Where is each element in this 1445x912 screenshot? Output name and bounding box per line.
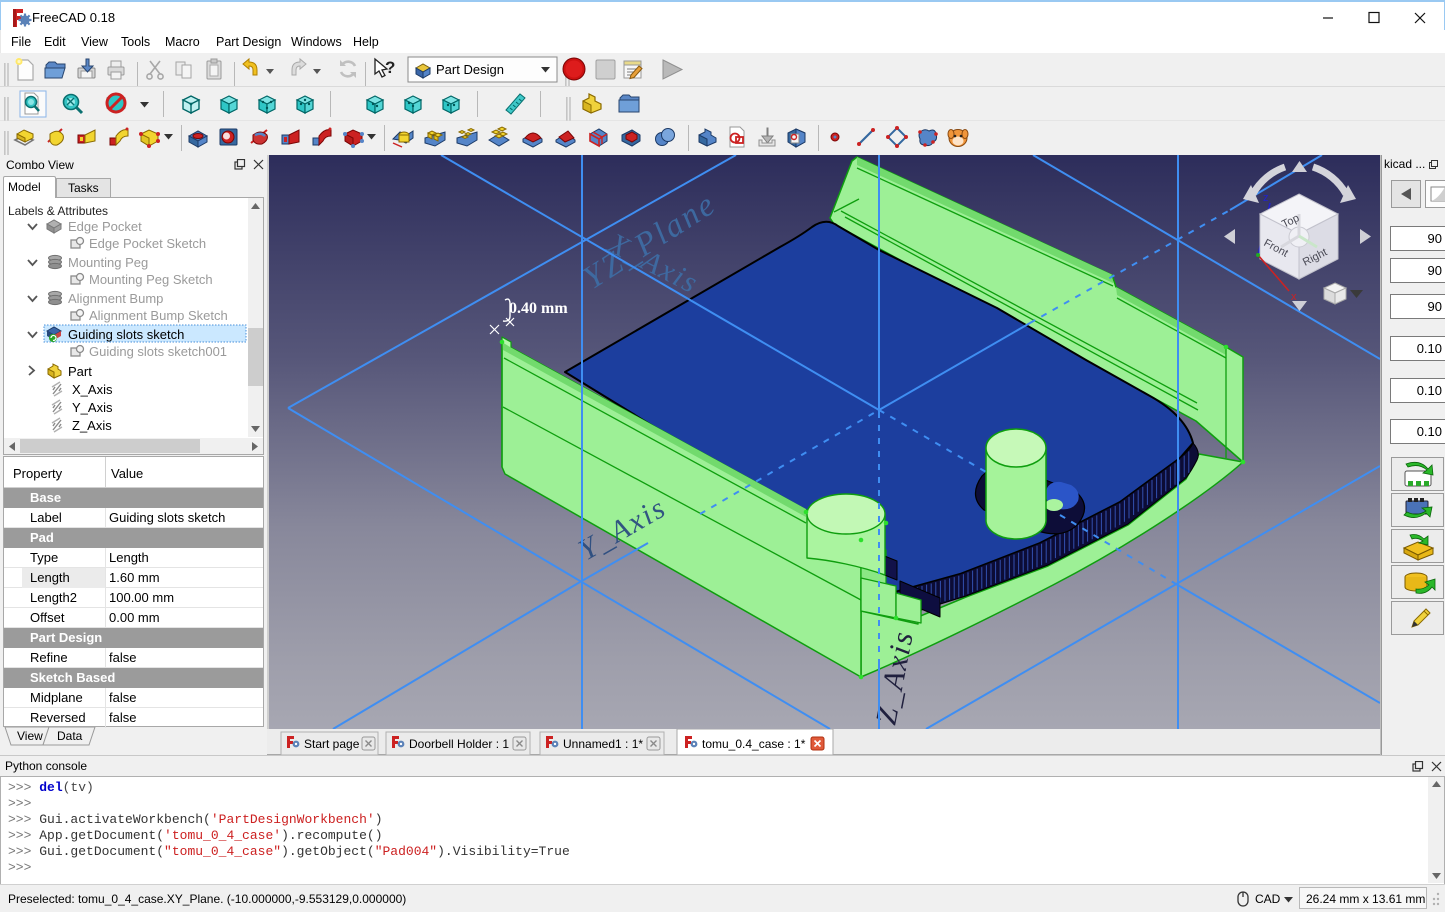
svg-text:Mounting Peg: Mounting Peg <box>68 255 148 270</box>
svg-text:X_Axis: X_Axis <box>72 382 113 397</box>
svg-text:Unnamed1 : 1*: Unnamed1 : 1* <box>563 737 643 751</box>
svg-text:Part: Part <box>68 364 92 379</box>
svg-text:Y_Axis: Y_Axis <box>72 400 113 415</box>
svg-text:Guiding slots sketch: Guiding slots sketch <box>68 327 184 342</box>
svg-text:Z_Axis: Z_Axis <box>72 418 112 433</box>
svg-text:Doorbell Holder : 1: Doorbell Holder : 1 <box>409 737 509 751</box>
svg-text:z: z <box>1263 192 1269 204</box>
svg-text:Mounting Peg Sketch: Mounting Peg Sketch <box>89 272 213 287</box>
svg-text:Alignment Bump: Alignment Bump <box>68 291 163 306</box>
svg-text:Edge Pocket: Edge Pocket <box>68 219 142 234</box>
svg-text:x: x <box>1291 291 1297 303</box>
svg-text:Part Design: Part Design <box>436 62 504 77</box>
svg-text:Start page: Start page <box>304 737 360 751</box>
svg-text:Edge Pocket Sketch: Edge Pocket Sketch <box>89 236 206 251</box>
svg-text:tomu_0.4_case : 1*: tomu_0.4_case : 1* <box>702 737 806 751</box>
svg-text:Data: Data <box>57 729 83 743</box>
svg-text:Alignment Bump Sketch: Alignment Bump Sketch <box>89 308 228 323</box>
svg-text:?: ? <box>385 58 395 77</box>
svg-text:Guiding slots sketch001: Guiding slots sketch001 <box>89 344 227 359</box>
svg-text:View: View <box>17 729 43 743</box>
svg-text:0.40 mm: 0.40 mm <box>509 300 568 317</box>
